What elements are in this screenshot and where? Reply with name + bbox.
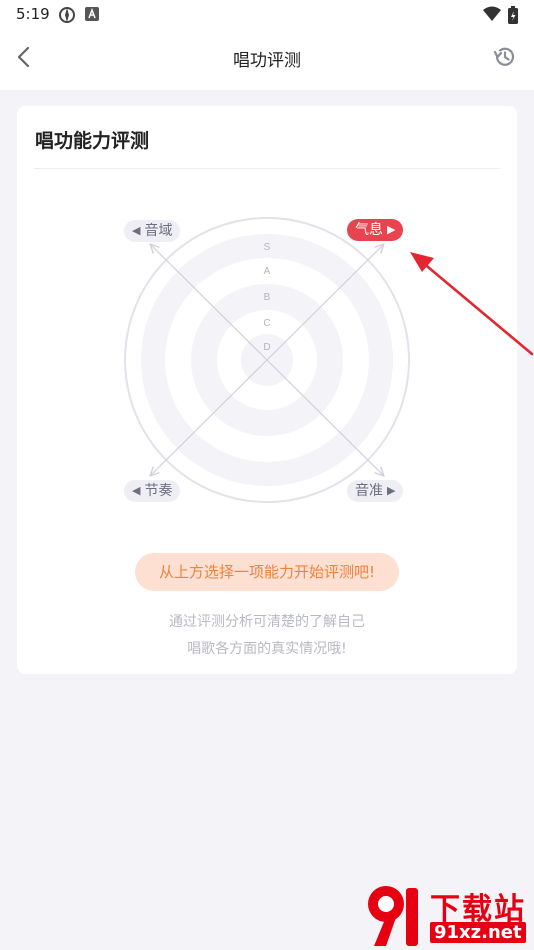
watermark-logo-icon: [368, 886, 418, 946]
status-bar: 5:19: [0, 0, 534, 28]
divider: [34, 168, 500, 169]
axis-tag-vocal-range[interactable]: ◀ 音域: [124, 220, 181, 242]
axis-tag-pitch[interactable]: 音准 ▶: [347, 480, 404, 502]
axis-tag-label: 节奏: [144, 483, 173, 499]
wifi-icon: [483, 6, 501, 21]
radar-chart: S A B C D: [124, 217, 410, 503]
status-time: 5:19: [16, 5, 50, 23]
grade-label-d: D: [263, 342, 270, 353]
tip-line-1: 通过评测分析可清楚的了解自己: [169, 614, 365, 630]
triangle-left-icon: ◀: [132, 484, 141, 497]
axis-tag-label: 气息: [355, 222, 383, 238]
app-bar: 唱功评测: [0, 28, 534, 90]
grade-label-b: B: [264, 292, 271, 303]
triangle-left-icon: ◀: [132, 224, 141, 237]
grade-label-a: A: [264, 266, 271, 277]
watermark: 下载站 91xz.net: [364, 880, 534, 950]
triangle-right-icon: ▶: [387, 484, 396, 497]
grade-label-s: S: [264, 242, 271, 253]
history-icon[interactable]: [492, 44, 518, 70]
app-status-icon: [85, 7, 99, 21]
grade-label-c: C: [263, 318, 270, 329]
annotation-arrow-icon: [410, 252, 534, 356]
battery-icon: [508, 6, 518, 24]
axis-tag-rhythm[interactable]: ◀ 节奏: [124, 480, 181, 502]
evaluation-card: 唱功能力评测 S A B C D ◀ 音域 气息 ▶ ◀ 节奏 音准 ▶ 从上方…: [17, 106, 517, 674]
page-title: 唱功评测: [233, 51, 301, 71]
triangle-right-icon: ▶: [387, 223, 396, 236]
axis-tag-breath[interactable]: 气息 ▶: [347, 219, 404, 241]
axis-tag-label: 音准: [355, 483, 383, 499]
start-evaluation-hint[interactable]: 从上方选择一项能力开始评测吧!: [135, 553, 399, 591]
settings-status-icon: [59, 7, 75, 23]
card-title: 唱功能力评测: [35, 130, 150, 152]
tip-line-2: 唱歌各方面的真实情况哦!: [187, 641, 347, 657]
axis-tag-label: 音域: [144, 223, 173, 239]
watermark-text-bottom: 91xz.net: [430, 922, 526, 943]
